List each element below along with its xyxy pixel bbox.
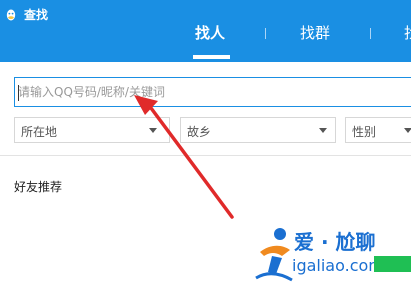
friend-recommend-heading: 好友推荐 bbox=[14, 180, 63, 194]
tab-find-more[interactable]: 找 bbox=[404, 22, 411, 43]
tab-find-groups[interactable]: 找群 bbox=[300, 22, 330, 43]
watermark-title: 爱 · 尬聊 bbox=[294, 230, 376, 254]
text-cursor bbox=[18, 85, 19, 101]
window-title: 查找 bbox=[24, 8, 49, 22]
search-input[interactable] bbox=[15, 78, 411, 106]
location-dropdown[interactable]: 所在地 bbox=[14, 117, 170, 143]
hometown-dropdown[interactable]: 故乡 bbox=[180, 117, 336, 143]
gender-dropdown[interactable]: 性别 bbox=[345, 117, 411, 143]
active-tab-indicator bbox=[193, 55, 230, 59]
hometown-label: 故乡 bbox=[187, 125, 212, 139]
tab-find-people[interactable]: 找人 bbox=[195, 22, 225, 43]
chevron-down-icon bbox=[404, 128, 411, 133]
gender-label: 性别 bbox=[352, 125, 377, 139]
chevron-down-icon bbox=[319, 128, 327, 133]
location-label: 所在地 bbox=[21, 125, 58, 139]
search-box[interactable] bbox=[14, 77, 411, 107]
tab-separator bbox=[370, 28, 371, 39]
tab-bar: 找人 找群 找 bbox=[0, 22, 411, 48]
title-row: 查找 bbox=[4, 6, 48, 23]
watermark-url: igaliao.com bbox=[292, 256, 384, 275]
green-button-partial[interactable] bbox=[374, 256, 411, 272]
tab-separator bbox=[265, 28, 266, 39]
runner-logo-icon bbox=[255, 228, 293, 282]
header-bar: 查找 找人 找群 找 bbox=[0, 0, 411, 62]
qq-penguin-icon bbox=[6, 9, 16, 20]
chevron-down-icon bbox=[149, 128, 157, 133]
divider bbox=[0, 155, 411, 156]
